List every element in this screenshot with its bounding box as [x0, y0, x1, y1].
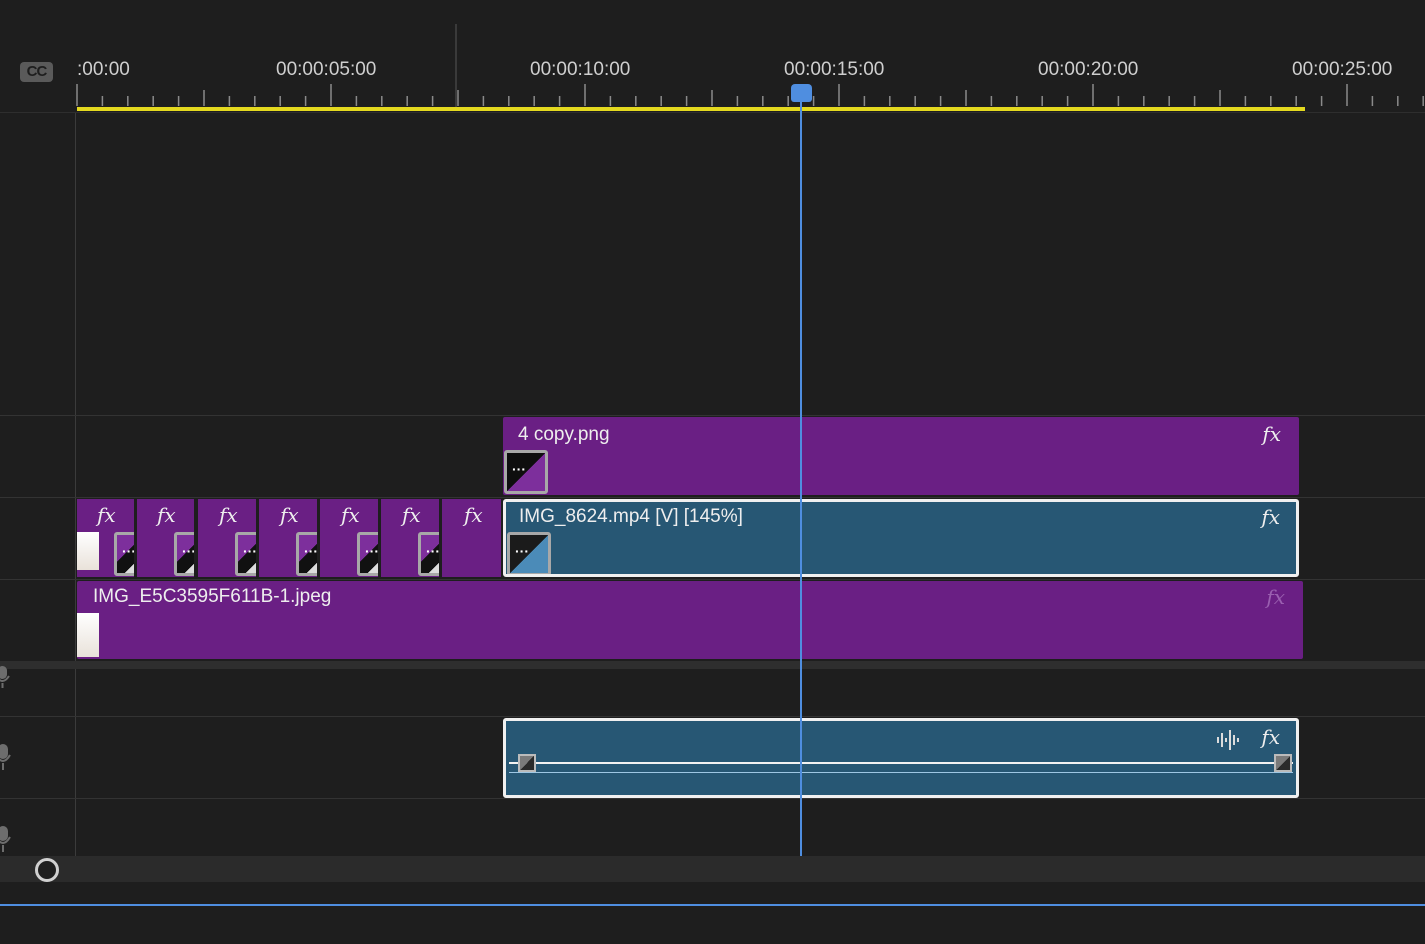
fx-badge[interactable]: fx: [219, 503, 238, 527]
zoom-handle[interactable]: [35, 858, 59, 882]
track-divider: [0, 112, 1425, 113]
track-divider: [0, 579, 1425, 580]
fx-badge[interactable]: fx: [1262, 422, 1281, 446]
microphone-icon[interactable]: [0, 826, 16, 854]
playhead-handle[interactable]: [791, 84, 812, 102]
track-divider: [0, 798, 1425, 799]
clip-img-8624-mp4-audio[interactable]: fx: [503, 718, 1299, 798]
timecode-label: 00:00:15:00: [784, 59, 885, 80]
work-area-bar[interactable]: [77, 107, 1305, 111]
transition-icon[interactable]: ···: [507, 532, 551, 574]
time-ruler[interactable]: CC :00:00 00:00:05:00 00:00:10:00 00:00:…: [0, 0, 1425, 112]
fx-badge[interactable]: fx: [280, 503, 299, 527]
clip-label: IMG_8624.mp4 [V] [145%]: [519, 506, 743, 527]
fx-badge[interactable]: fx: [464, 503, 483, 527]
transition-icon[interactable]: ···: [504, 450, 548, 494]
fx-badge[interactable]: fx: [1261, 505, 1280, 529]
clip-img-e5c3595f611b-jpeg[interactable]: IMG_E5C3595F611B-1.jpeg fx: [77, 581, 1303, 659]
clip-thumbnail: [77, 613, 99, 657]
timecode-label: :00:00: [77, 59, 130, 80]
playhead-line[interactable]: [800, 100, 802, 856]
audio-transition-handle[interactable]: [1274, 754, 1292, 772]
clip-label: IMG_E5C3595F611B-1.jpeg: [93, 586, 332, 607]
clip-segment[interactable]: fx ···: [259, 499, 317, 577]
clip-center-line: [509, 772, 1293, 773]
microphone-icon[interactable]: [0, 744, 16, 772]
video-audio-separator: [0, 661, 1425, 669]
fx-badge[interactable]: fx: [341, 503, 360, 527]
fx-badge[interactable]: fx: [1261, 725, 1280, 749]
timecode-label: 00:00:25:00: [1292, 59, 1393, 80]
clip-segment[interactable]: fx ···: [77, 499, 134, 577]
track-divider: [0, 497, 1425, 498]
timecode-label: 00:00:10:00: [530, 59, 631, 80]
transition-icon[interactable]: ···: [418, 532, 439, 576]
fx-badge[interactable]: fx: [157, 503, 176, 527]
transition-clips-group: fx ··· fx ··· fx ··· fx ··· fx ··· fx ··…: [77, 499, 501, 577]
clip-4-copy-png[interactable]: 4 copy.png fx ···: [503, 417, 1299, 495]
timecode-label: 00:00:05:00: [276, 59, 377, 80]
timeline-zoom-scrollbar[interactable]: [0, 856, 1425, 882]
audio-waveform-icon: [1217, 730, 1239, 750]
volume-rubber-band[interactable]: [509, 762, 1293, 764]
panel-focus-border: [0, 904, 1425, 906]
closed-captions-button[interactable]: CC: [20, 62, 53, 82]
ruler-ticks: [76, 84, 1424, 106]
transition-icon[interactable]: ···: [114, 532, 134, 576]
transition-icon[interactable]: ···: [296, 532, 317, 576]
transition-icon[interactable]: ···: [357, 532, 378, 576]
fx-badge[interactable]: fx: [1266, 585, 1285, 609]
clip-img-8624-mp4-video[interactable]: IMG_8624.mp4 [V] [145%] fx ···: [503, 499, 1299, 577]
transition-icon[interactable]: ···: [174, 532, 194, 576]
transition-icon[interactable]: ···: [235, 532, 256, 576]
clip-segment[interactable]: fx ···: [381, 499, 439, 577]
audio-transition-handle[interactable]: [518, 754, 536, 772]
clip-label: 4 copy.png: [518, 424, 610, 445]
clip-segment[interactable]: fx ···: [320, 499, 378, 577]
clip-thumbnail: [77, 532, 99, 570]
fx-badge[interactable]: fx: [402, 503, 421, 527]
track-header-divider: [75, 112, 76, 856]
timecode-label: 00:00:20:00: [1038, 59, 1139, 80]
clip-segment[interactable]: fx: [442, 499, 501, 577]
fx-badge[interactable]: fx: [97, 503, 116, 527]
microphone-icon[interactable]: [0, 666, 16, 692]
clip-segment[interactable]: fx ···: [137, 499, 194, 577]
clip-segment[interactable]: fx ···: [198, 499, 256, 577]
track-divider: [0, 415, 1425, 416]
track-divider: [0, 716, 1425, 717]
